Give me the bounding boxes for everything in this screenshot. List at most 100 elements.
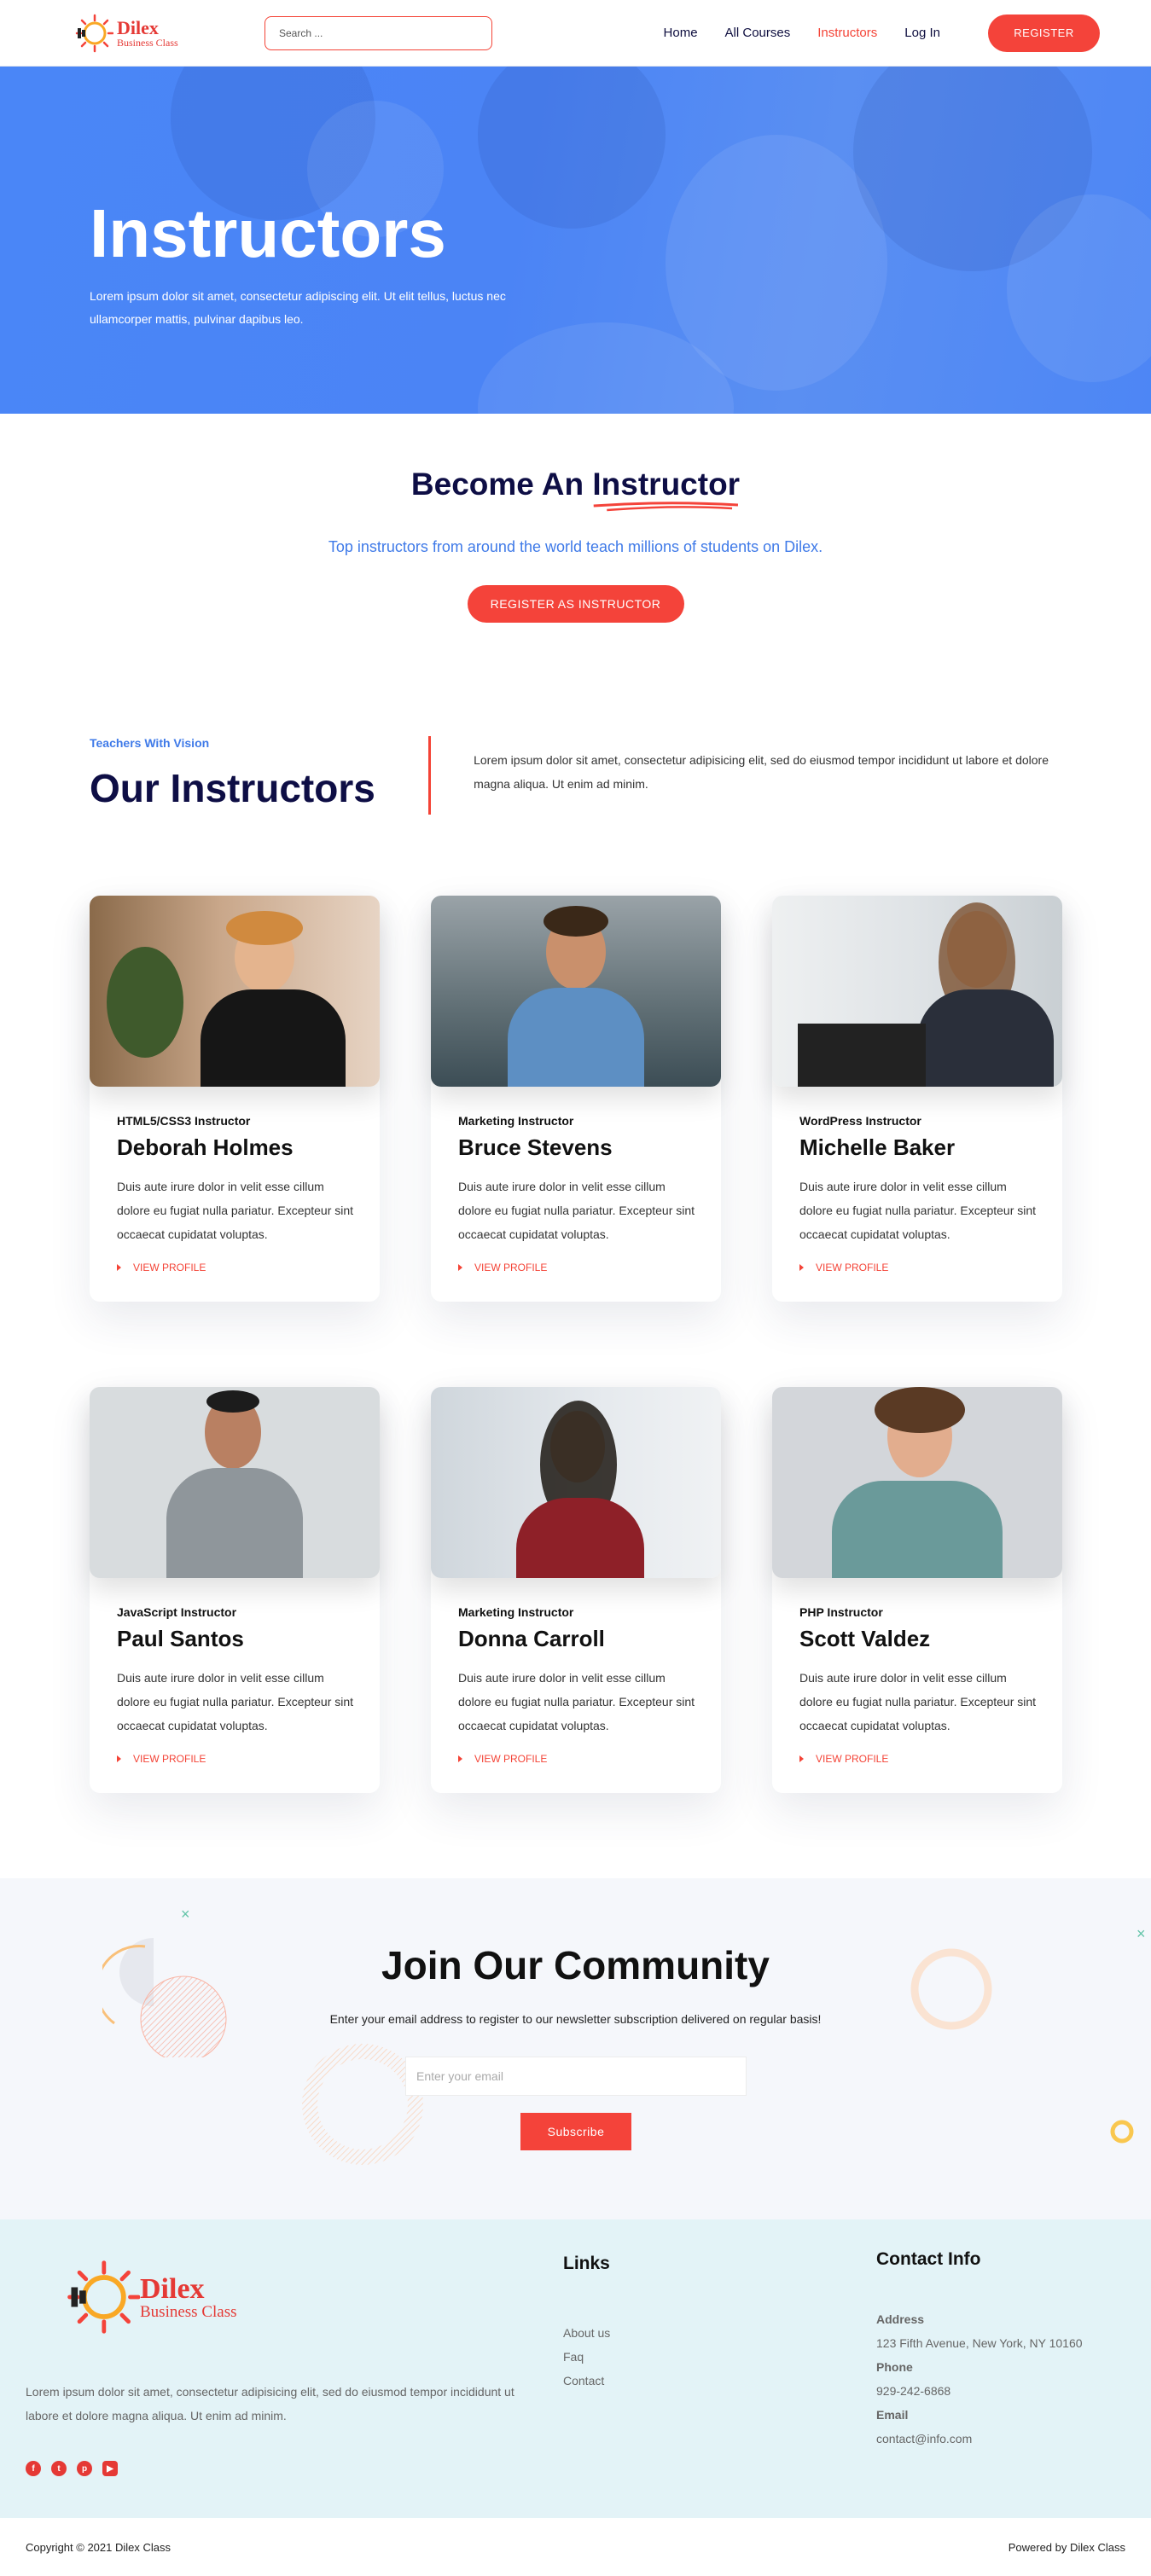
nav-all-courses[interactable]: All Courses	[725, 26, 791, 40]
email-value[interactable]: contact@info.com	[876, 2427, 1083, 2451]
newsletter-title: Join Our Community	[381, 1943, 770, 1987]
search-input[interactable]: Search ...	[264, 15, 492, 50]
instructor-card-body: Marketing Instructor Bruce Stevens Duis …	[431, 1087, 721, 1273]
instructor-photo	[431, 896, 721, 1087]
view-profile-label: VIEW PROFILE	[816, 1753, 889, 1765]
view-profile-link[interactable]: VIEW PROFILE	[458, 1262, 694, 1273]
view-profile-link[interactable]: VIEW PROFILE	[117, 1262, 352, 1273]
view-profile-link[interactable]: VIEW PROFILE	[799, 1262, 1035, 1273]
photo-laptop-shape	[798, 1024, 926, 1087]
phone-value[interactable]: 929-242-6868	[876, 2379, 1083, 2403]
footer-link-faq[interactable]: Faq	[563, 2345, 610, 2369]
footer-contact-title: Contact Info	[876, 2249, 981, 2269]
photo-body-shape	[508, 988, 644, 1087]
section-description: Lorem ipsum dolor sit amet, consectetur …	[474, 753, 1049, 791]
instructor-photo	[431, 1387, 721, 1578]
instructor-card-body: JavaScript Instructor Paul Santos Duis a…	[90, 1578, 380, 1765]
instructor-name: Bruce Stevens	[458, 1134, 613, 1160]
instructor-bio: Duis aute irure dolor in velit esse cill…	[458, 1180, 695, 1241]
subscribe-button[interactable]: Subscribe	[520, 2113, 631, 2150]
become-title: Become An Instructor	[411, 467, 741, 512]
view-profile-label: VIEW PROFILE	[474, 1262, 548, 1273]
email-field[interactable]: Enter your email	[405, 2057, 747, 2096]
become-title-highlight-text: Instructor	[592, 467, 741, 502]
footer-logo-title: Dilex	[140, 2272, 205, 2305]
instructor-role: Marketing Instructor	[458, 1114, 574, 1128]
photo-body-shape	[166, 1468, 303, 1578]
instructor-role: WordPress Instructor	[799, 1114, 921, 1128]
brush-underline-icon	[594, 502, 739, 512]
footer-link-contact[interactable]: Contact	[563, 2369, 610, 2393]
view-profile-link[interactable]: VIEW PROFILE	[117, 1753, 352, 1765]
site-footer: Dilex Business Class Lorem ipsum dolor s…	[0, 2219, 1151, 2518]
site-header: Dilex Business Class Search ... Home All…	[0, 0, 1151, 67]
footer-logo[interactable]: Dilex Business Class	[61, 2258, 237, 2336]
instructor-card[interactable]: Marketing Instructor Bruce Stevens Duis …	[431, 896, 721, 1302]
section-divider	[428, 736, 432, 815]
instructor-card[interactable]: PHP Instructor Scott Valdez Duis aute ir…	[772, 1387, 1062, 1793]
instructor-name: Donna Carroll	[458, 1626, 605, 1651]
powered-by-text: Powered by Dilex Class	[1008, 2540, 1125, 2554]
view-profile-link[interactable]: VIEW PROFILE	[458, 1753, 694, 1765]
arrow-right-icon	[458, 1264, 462, 1271]
youtube-icon[interactable]: ▶	[102, 2461, 118, 2476]
register-button[interactable]: REGISTER	[988, 14, 1100, 52]
instructor-card[interactable]: Marketing Instructor Donna Carroll Duis …	[431, 1387, 721, 1793]
site-logo[interactable]: Dilex Business Class	[73, 13, 264, 54]
become-instructor-section: Become An Instructor Top instructors fro…	[0, 414, 1151, 736]
instructor-role: HTML5/CSS3 Instructor	[117, 1114, 251, 1128]
footer-logo-tagline: Business Class	[140, 2302, 237, 2321]
decorative-dot-icon	[1110, 2120, 1134, 2144]
svg-text:×: ×	[181, 1906, 190, 1923]
footer-description: Lorem ipsum dolor sit amet, consectetur …	[26, 2385, 514, 2422]
facebook-icon[interactable]: f	[26, 2461, 41, 2476]
instructor-card-body: PHP Instructor Scott Valdez Duis aute ir…	[772, 1578, 1062, 1765]
section-title: Our Instructors	[90, 766, 375, 810]
instructor-name: Michelle Baker	[799, 1134, 956, 1160]
view-profile-link[interactable]: VIEW PROFILE	[799, 1753, 1035, 1765]
instructor-bio: Duis aute irure dolor in velit esse cill…	[117, 1180, 354, 1241]
view-profile-label: VIEW PROFILE	[474, 1753, 548, 1765]
instructor-grid: HTML5/CSS3 Instructor Deborah Holmes Dui…	[0, 896, 1151, 1793]
instructor-name: Paul Santos	[117, 1626, 244, 1651]
instructor-role: Marketing Instructor	[458, 1605, 574, 1619]
instructor-name: Scott Valdez	[799, 1626, 931, 1651]
footer-logo-text: Dilex Business Class	[140, 2272, 237, 2321]
pinterest-icon[interactable]: p	[77, 2461, 92, 2476]
photo-hair-shape	[206, 1390, 259, 1413]
instructor-card-body: Marketing Instructor Donna Carroll Duis …	[431, 1578, 721, 1765]
arrow-right-icon	[117, 1264, 121, 1271]
twitter-icon[interactable]: t	[51, 2461, 67, 2476]
logo-text: Dilex Business Class	[117, 18, 178, 48]
become-subtitle: Top instructors from around the world te…	[328, 538, 823, 555]
instructor-name: Deborah Holmes	[117, 1134, 294, 1160]
email-placeholder: Enter your email	[416, 2069, 503, 2083]
photo-hair-shape	[875, 1387, 965, 1433]
nav-home[interactable]: Home	[664, 26, 698, 40]
nav-log-in[interactable]: Log In	[904, 26, 940, 40]
photo-body-shape	[516, 1498, 644, 1578]
photo-body-shape	[917, 989, 1054, 1087]
instructor-photo	[772, 1387, 1062, 1578]
instructor-card[interactable]: WordPress Instructor Michelle Baker Duis…	[772, 896, 1062, 1302]
logo-sun-icon	[67, 2260, 140, 2334]
instructor-photo	[90, 896, 380, 1087]
instructor-card-body: WordPress Instructor Michelle Baker Duis…	[772, 1087, 1062, 1273]
address-label: Address	[876, 2312, 925, 2326]
hero-description: Lorem ipsum dolor sit amet, consectetur …	[90, 289, 506, 326]
instructor-role: JavaScript Instructor	[117, 1605, 237, 1619]
view-profile-label: VIEW PROFILE	[133, 1262, 206, 1273]
instructor-card[interactable]: HTML5/CSS3 Instructor Deborah Holmes Dui…	[90, 896, 380, 1302]
newsletter-section: × × Join Our Community Enter your email …	[0, 1878, 1151, 2219]
instructor-bio: Duis aute irure dolor in velit esse cill…	[117, 1671, 354, 1732]
register-as-instructor-button[interactable]: REGISTER AS INSTRUCTOR	[467, 585, 684, 623]
phone-label: Phone	[876, 2360, 913, 2374]
footer-link-about[interactable]: About us	[563, 2321, 610, 2345]
email-label: Email	[876, 2408, 909, 2422]
footer-links-title: Links	[563, 2254, 610, 2273]
nav-instructors[interactable]: Instructors	[817, 26, 877, 40]
instructor-card[interactable]: JavaScript Instructor Paul Santos Duis a…	[90, 1387, 380, 1793]
newsletter-description: Enter your email address to register to …	[329, 2012, 822, 2026]
arrow-right-icon	[799, 1755, 804, 1762]
svg-text:×: ×	[1136, 1925, 1146, 1942]
